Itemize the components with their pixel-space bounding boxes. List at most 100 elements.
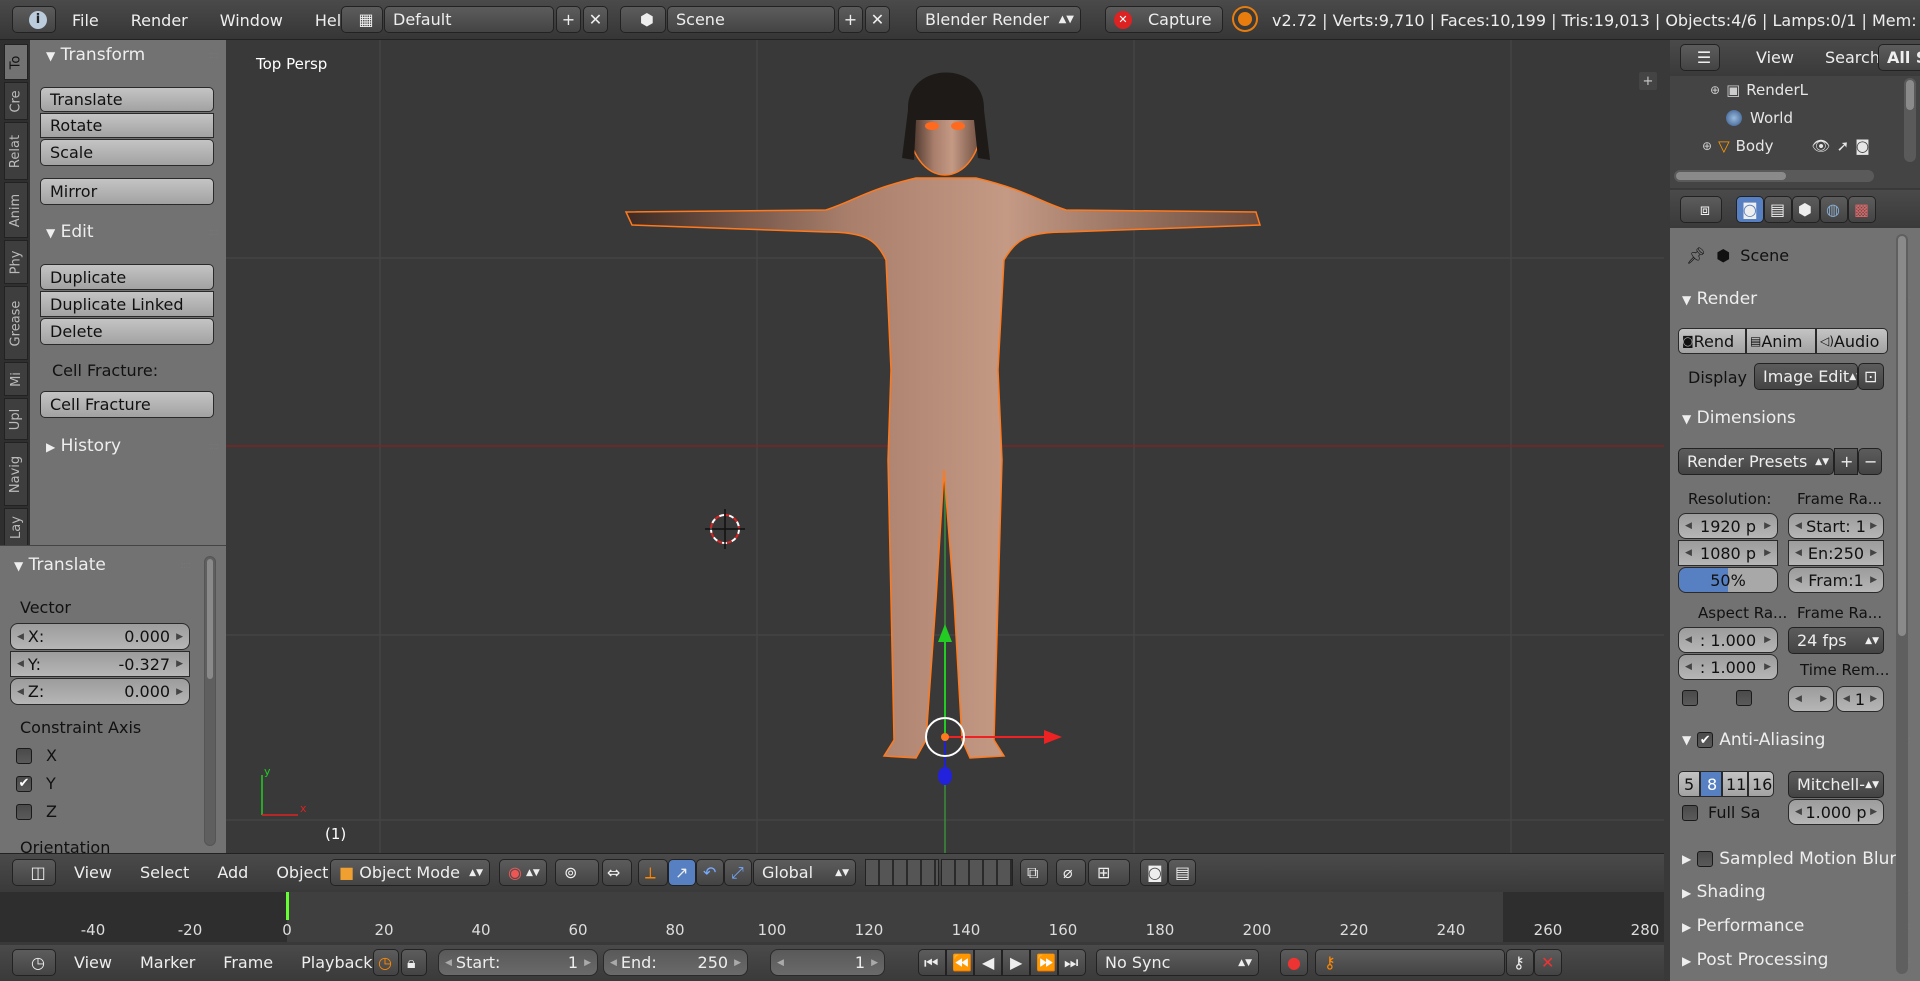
cursor-icon[interactable]: ➚: [1837, 137, 1850, 155]
menu-view[interactable]: View: [1756, 48, 1794, 67]
render-context-tab[interactable]: ◙: [1736, 196, 1764, 223]
aspect-y-field[interactable]: ◀: 1.000 ▶: [1678, 654, 1778, 680]
prev-keyframe-button[interactable]: ⏪: [946, 949, 974, 976]
layers-1-10[interactable]: [865, 859, 939, 886]
transform-orientation-select[interactable]: Global ▲▼: [753, 859, 856, 886]
scene-type-button[interactable]: ⬢: [620, 6, 666, 33]
human-body-mesh[interactable]: [624, 72, 1262, 759]
snap-select[interactable]: ⊞: [1088, 859, 1130, 886]
history-panel-header[interactable]: ▶ History ::::: [46, 436, 219, 456]
resolution-y-field[interactable]: ◀ 1080 p ▶: [1678, 540, 1778, 566]
world-context-tab[interactable]: ◍: [1820, 196, 1848, 223]
border-checkbox[interactable]: [1682, 690, 1698, 706]
preview-range-button[interactable]: ◷: [373, 949, 399, 976]
menu-object[interactable]: Object: [276, 863, 328, 882]
sync-select[interactable]: No Sync ▲▼: [1096, 949, 1259, 976]
aa-samples-8[interactable]: 8: [1700, 771, 1722, 797]
keying-set-field[interactable]: ⚷: [1315, 949, 1505, 976]
mirror-button[interactable]: Mirror: [40, 178, 214, 205]
rotate-button[interactable]: Rotate: [40, 113, 214, 138]
editor-type-3d-view-button[interactable]: ◫: [12, 859, 56, 886]
editor-type-outliner-button[interactable]: ☰: [1680, 44, 1720, 71]
layout-type-button[interactable]: ▦: [341, 6, 383, 33]
lock-interface-button[interactable]: ⊡: [1858, 363, 1884, 390]
mode-select[interactable]: ■ Object Mode ▲▼: [330, 859, 490, 886]
delete-button[interactable]: Delete: [40, 318, 214, 345]
anti-aliasing-panel-header[interactable]: ▼✔Anti-Aliasing ::::: [1682, 730, 1911, 750]
tab-misc[interactable]: Mi: [4, 362, 28, 396]
menu-add[interactable]: Add: [217, 863, 248, 882]
constraint-x-checkbox[interactable]: X: [16, 746, 57, 765]
frame-rate-select[interactable]: 24 fps ▲▼: [1788, 627, 1884, 654]
checkbox[interactable]: [16, 747, 32, 764]
proportional-edit-button[interactable]: ⌀: [1056, 859, 1086, 886]
outliner-h-scrollbar[interactable]: [1674, 170, 1874, 182]
performance-panel-header[interactable]: ▶ Performance ::::: [1682, 916, 1911, 936]
auto-keying-button[interactable]: ●: [1280, 949, 1308, 976]
motion-blur-checkbox[interactable]: [1697, 851, 1714, 867]
3d-cursor-icon[interactable]: [705, 509, 745, 549]
dimensions-panel-header[interactable]: ▼ Dimensions ::::: [1682, 408, 1911, 428]
menu-playback[interactable]: Playback: [301, 953, 372, 972]
render-panel-header[interactable]: ▼ Render ::::: [1682, 289, 1911, 309]
menu-view[interactable]: View: [74, 953, 112, 972]
scene-add-button[interactable]: +: [838, 6, 863, 33]
manipulator-rotate-button[interactable]: ↶: [696, 859, 724, 886]
capture-button[interactable]: ✕ Capture: [1105, 6, 1223, 33]
outliner-filter-select[interactable]: All Sc: [1878, 44, 1920, 71]
menu-select[interactable]: Select: [140, 863, 189, 882]
layout-select[interactable]: Default: [384, 6, 554, 33]
layout-remove-button[interactable]: ✕: [583, 6, 608, 33]
preset-remove-button[interactable]: −: [1858, 448, 1882, 475]
filter-size-field[interactable]: ◀ 1.000 p ▶: [1788, 799, 1884, 825]
play-button[interactable]: ▶: [1002, 949, 1030, 976]
pivot-select[interactable]: ⊚: [555, 859, 599, 886]
resolution-percent-slider[interactable]: 50%: [1678, 567, 1778, 593]
frame-step-field[interactable]: ◀ Fram:1 ▶: [1788, 567, 1884, 593]
tab-navigation[interactable]: Navig: [4, 442, 28, 506]
operator-scrollbar[interactable]: [204, 556, 216, 846]
checkbox[interactable]: [1682, 804, 1698, 821]
menu-frame[interactable]: Frame: [223, 953, 273, 972]
constraint-z-checkbox[interactable]: Z: [16, 802, 57, 821]
motion-blur-panel-header[interactable]: ▶ Sampled Motion Blur: [1682, 849, 1910, 869]
menu-search[interactable]: Search: [1825, 48, 1880, 67]
tab-upl[interactable]: Upl: [4, 398, 28, 440]
vector-y-field[interactable]: ◀ Y: -0.327 ▶: [10, 651, 190, 677]
vector-z-field[interactable]: ◀ Z: 0.000 ▶: [10, 678, 190, 705]
current-frame-indicator[interactable]: [286, 892, 289, 920]
checkbox[interactable]: [16, 803, 32, 820]
duplicate-linked-button[interactable]: Duplicate Linked: [40, 291, 214, 317]
end-frame-field[interactable]: ◀ End: 250 ▶: [603, 949, 748, 976]
transform-panel-header[interactable]: ▼ Transform ::::: [46, 45, 219, 65]
scene-remove-button[interactable]: ✕: [865, 6, 890, 33]
texture-context-tab[interactable]: ▩: [1848, 196, 1876, 223]
cell-fracture-button[interactable]: Cell Fracture: [40, 391, 214, 418]
pin-icon[interactable]: 📌︎: [1686, 246, 1706, 265]
start-frame-field[interactable]: ◀ Start: 1 ▶: [438, 949, 598, 976]
editor-type-properties-button[interactable]: ⧈: [1680, 196, 1722, 223]
panel-expand-plus-icon[interactable]: +: [1639, 72, 1657, 90]
manipulator-toggle[interactable]: ⇔: [602, 859, 632, 886]
editor-type-timeline-button[interactable]: ◷: [12, 949, 56, 976]
manipulator-scale-button[interactable]: ⤢: [724, 859, 752, 886]
tab-physics[interactable]: Phy: [4, 240, 28, 284]
aspect-x-field[interactable]: ◀: 1.000 ▶: [1678, 627, 1778, 653]
render-presets-select[interactable]: Render Presets ▲▼: [1678, 448, 1834, 475]
anti-aliasing-checkbox[interactable]: ✔: [1697, 732, 1714, 748]
aa-filter-select[interactable]: Mitchell- ▲▼: [1788, 771, 1884, 798]
menu-file[interactable]: File: [72, 11, 99, 30]
render-animation-button[interactable]: ▤: [1168, 859, 1196, 886]
menu-render[interactable]: Render: [131, 11, 188, 30]
scene-select[interactable]: Scene: [667, 6, 835, 33]
frame-end-field[interactable]: ◀ En:250 ▶: [1788, 540, 1884, 566]
editor-type-info-button[interactable]: i: [12, 6, 56, 33]
constraint-y-checkbox[interactable]: ✔ Y: [16, 774, 56, 793]
menu-marker[interactable]: Marker: [140, 953, 195, 972]
aa-samples-16[interactable]: 16: [1748, 771, 1774, 797]
render-still-button[interactable]: ◙: [1140, 859, 1168, 886]
scale-button[interactable]: Scale: [40, 139, 214, 166]
render-camera-icon[interactable]: ◙: [1855, 137, 1870, 155]
vector-x-field[interactable]: ◀ X: 0.000 ▶: [10, 623, 190, 650]
menu-window[interactable]: Window: [220, 11, 283, 30]
